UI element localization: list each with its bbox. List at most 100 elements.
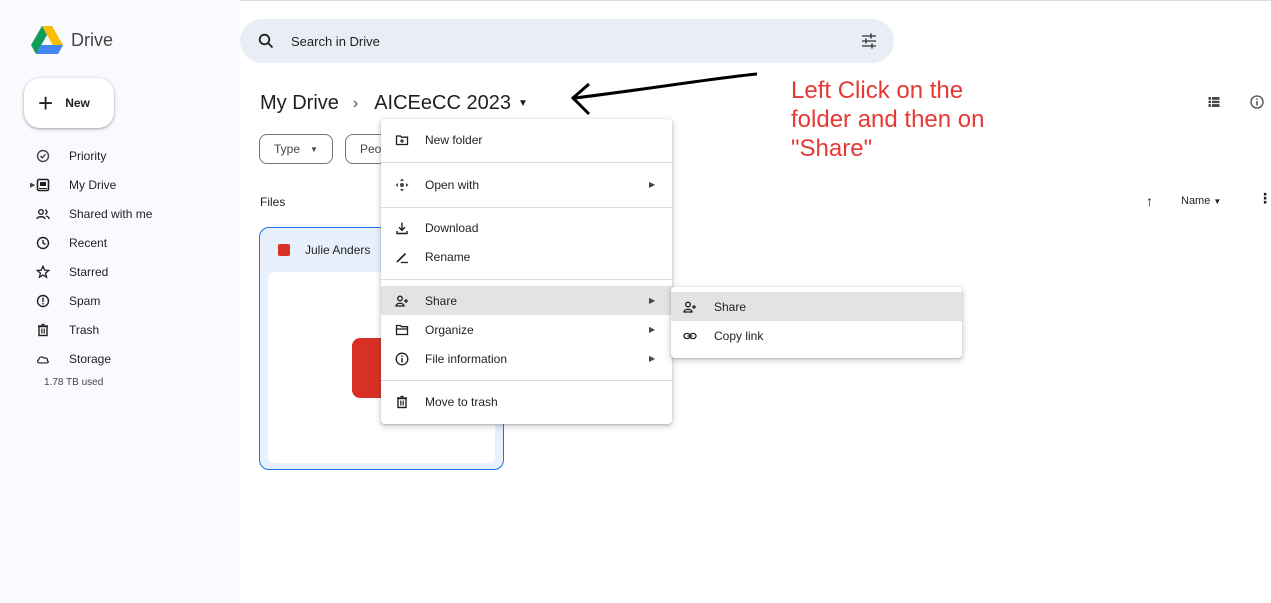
trash-icon (36, 323, 50, 337)
context-menu: New folder Open with ▶ Download Rename S… (381, 119, 672, 424)
submenu-arrow-icon: ▶ (649, 296, 656, 305)
sidebar-item-priority[interactable]: Priority (0, 141, 240, 170)
menu-item-label: Move to trash (425, 394, 498, 409)
menu-item-label: File information (425, 351, 508, 366)
menu-item-label: Organize (425, 322, 474, 337)
shared-icon (36, 207, 50, 221)
open-with-icon (395, 178, 409, 192)
sidebar-item-label: Spam (69, 293, 101, 308)
trash-icon (395, 395, 409, 409)
breadcrumb: My Drive › AICEeCC 2023 ▼ (260, 90, 538, 117)
menu-divider (381, 279, 672, 280)
sidebar-item-storage[interactable]: Storage (0, 344, 240, 373)
menu-item-rename[interactable]: Rename (381, 242, 672, 271)
people-filter-label: Peo (360, 142, 382, 156)
sort-direction-icon[interactable]: ↑ (1146, 193, 1153, 209)
rename-icon (395, 250, 409, 264)
menu-item-organize[interactable]: Organize ▶ (381, 315, 672, 344)
storage-used-text: 1.78 TB used (44, 377, 104, 388)
type-filter-chip[interactable]: Type ▼ (259, 134, 333, 164)
sidebar-item-label: Shared with me (69, 206, 153, 221)
share-icon (683, 300, 697, 314)
submenu-arrow-icon: ▶ (649, 180, 656, 189)
details-info-icon[interactable] (1250, 95, 1264, 109)
breadcrumb-root[interactable]: My Drive (260, 92, 339, 115)
menu-item-open-with[interactable]: Open with ▶ (381, 170, 672, 199)
submenu-item-label: Share (714, 299, 747, 314)
organize-icon (395, 323, 409, 337)
annotation-line-1: Left Click on the (791, 77, 964, 104)
submenu-arrow-icon: ▶ (649, 325, 656, 334)
menu-item-share[interactable]: Share ▶ (381, 286, 672, 315)
priority-icon (36, 149, 50, 163)
submenu-arrow-icon: ▶ (649, 354, 656, 363)
type-filter-label: Type (274, 142, 301, 156)
sidebar-item-my-drive[interactable]: ▶ My Drive (0, 170, 240, 199)
sidebar-nav: Priority ▶ My Drive Shared with me Recen… (0, 141, 240, 373)
annotation-line-2: folder and then on (791, 106, 985, 133)
new-button-label: New (65, 96, 90, 110)
file-type-icon (278, 244, 290, 256)
chevron-down-icon: ▼ (1213, 197, 1222, 206)
submenu-item-label: Copy link (714, 328, 764, 343)
search-options-icon[interactable] (860, 33, 878, 49)
sidebar-item-label: Trash (69, 322, 100, 337)
menu-item-label: Share (425, 293, 458, 308)
app-title: Drive (71, 29, 114, 50)
menu-item-label: Download (425, 220, 479, 235)
menu-item-download[interactable]: Download (381, 213, 672, 242)
link-icon (683, 329, 697, 343)
plus-icon: + (38, 88, 54, 118)
sidebar-item-starred[interactable]: Starred (0, 257, 240, 286)
share-submenu: Share Copy link (671, 287, 962, 358)
download-icon (395, 221, 409, 235)
chevron-down-icon: ▼ (517, 98, 528, 109)
annotation-text: Left Click on the folder and then on "Sh… (791, 76, 985, 163)
chevron-right-icon: › (352, 94, 359, 112)
breadcrumb-current-folder[interactable]: AICEeCC 2023 ▼ (368, 90, 538, 117)
sidebar-item-recent[interactable]: Recent (0, 228, 240, 257)
menu-item-move-to-trash[interactable]: Move to trash (381, 387, 672, 416)
share-icon (395, 294, 409, 308)
folder-name: AICEeCC 2023 (374, 92, 511, 114)
annotation-line-3: "Share" (791, 135, 873, 162)
sort-by-label: Name (1181, 195, 1211, 207)
star-icon (36, 264, 50, 279)
menu-item-label: New folder (425, 132, 483, 147)
new-folder-icon (395, 133, 409, 147)
menu-divider (381, 162, 672, 163)
sidebar-item-label: Priority (69, 148, 107, 163)
sidebar: Drive + New Priority ▶ My Drive Shared w… (0, 0, 240, 603)
sidebar-item-trash[interactable]: Trash (0, 315, 240, 344)
submenu-item-copy-link[interactable]: Copy link (671, 321, 962, 350)
sidebar-item-label: Recent (69, 235, 108, 250)
menu-item-file-information[interactable]: File information ▶ (381, 344, 672, 373)
sidebar-item-label: Starred (69, 264, 109, 279)
list-view-icon[interactable] (1208, 96, 1220, 108)
sidebar-item-label: Storage (69, 351, 112, 366)
drive-logo[interactable]: Drive (31, 26, 113, 54)
my-drive-icon (36, 178, 50, 192)
menu-item-new-folder[interactable]: New folder (381, 125, 672, 154)
menu-item-label: Open with (425, 177, 480, 192)
search-icon[interactable] (258, 33, 274, 49)
cloud-icon (36, 352, 50, 366)
sort-by-dropdown[interactable]: Name ▼ (1181, 195, 1221, 207)
more-options-icon[interactable]: ⋮ (1258, 190, 1271, 207)
spam-icon (36, 294, 50, 308)
search-input[interactable]: Search in Drive (291, 34, 380, 49)
clock-icon (36, 236, 50, 250)
search-bar[interactable]: Search in Drive (240, 19, 894, 63)
info-icon (395, 352, 409, 366)
sidebar-item-spam[interactable]: Spam (0, 286, 240, 315)
chevron-down-icon: ▼ (310, 144, 318, 154)
annotation-arrow-icon (570, 72, 758, 116)
new-button[interactable]: + New (24, 78, 114, 128)
drive-logo-icon (31, 26, 63, 54)
submenu-item-share[interactable]: Share (671, 292, 962, 321)
menu-divider (381, 207, 672, 208)
files-section-label: Files (260, 195, 286, 209)
expand-caret-icon[interactable]: ▶ (30, 181, 35, 189)
file-name: Julie Anders (305, 243, 371, 257)
sidebar-item-shared[interactable]: Shared with me (0, 199, 240, 228)
